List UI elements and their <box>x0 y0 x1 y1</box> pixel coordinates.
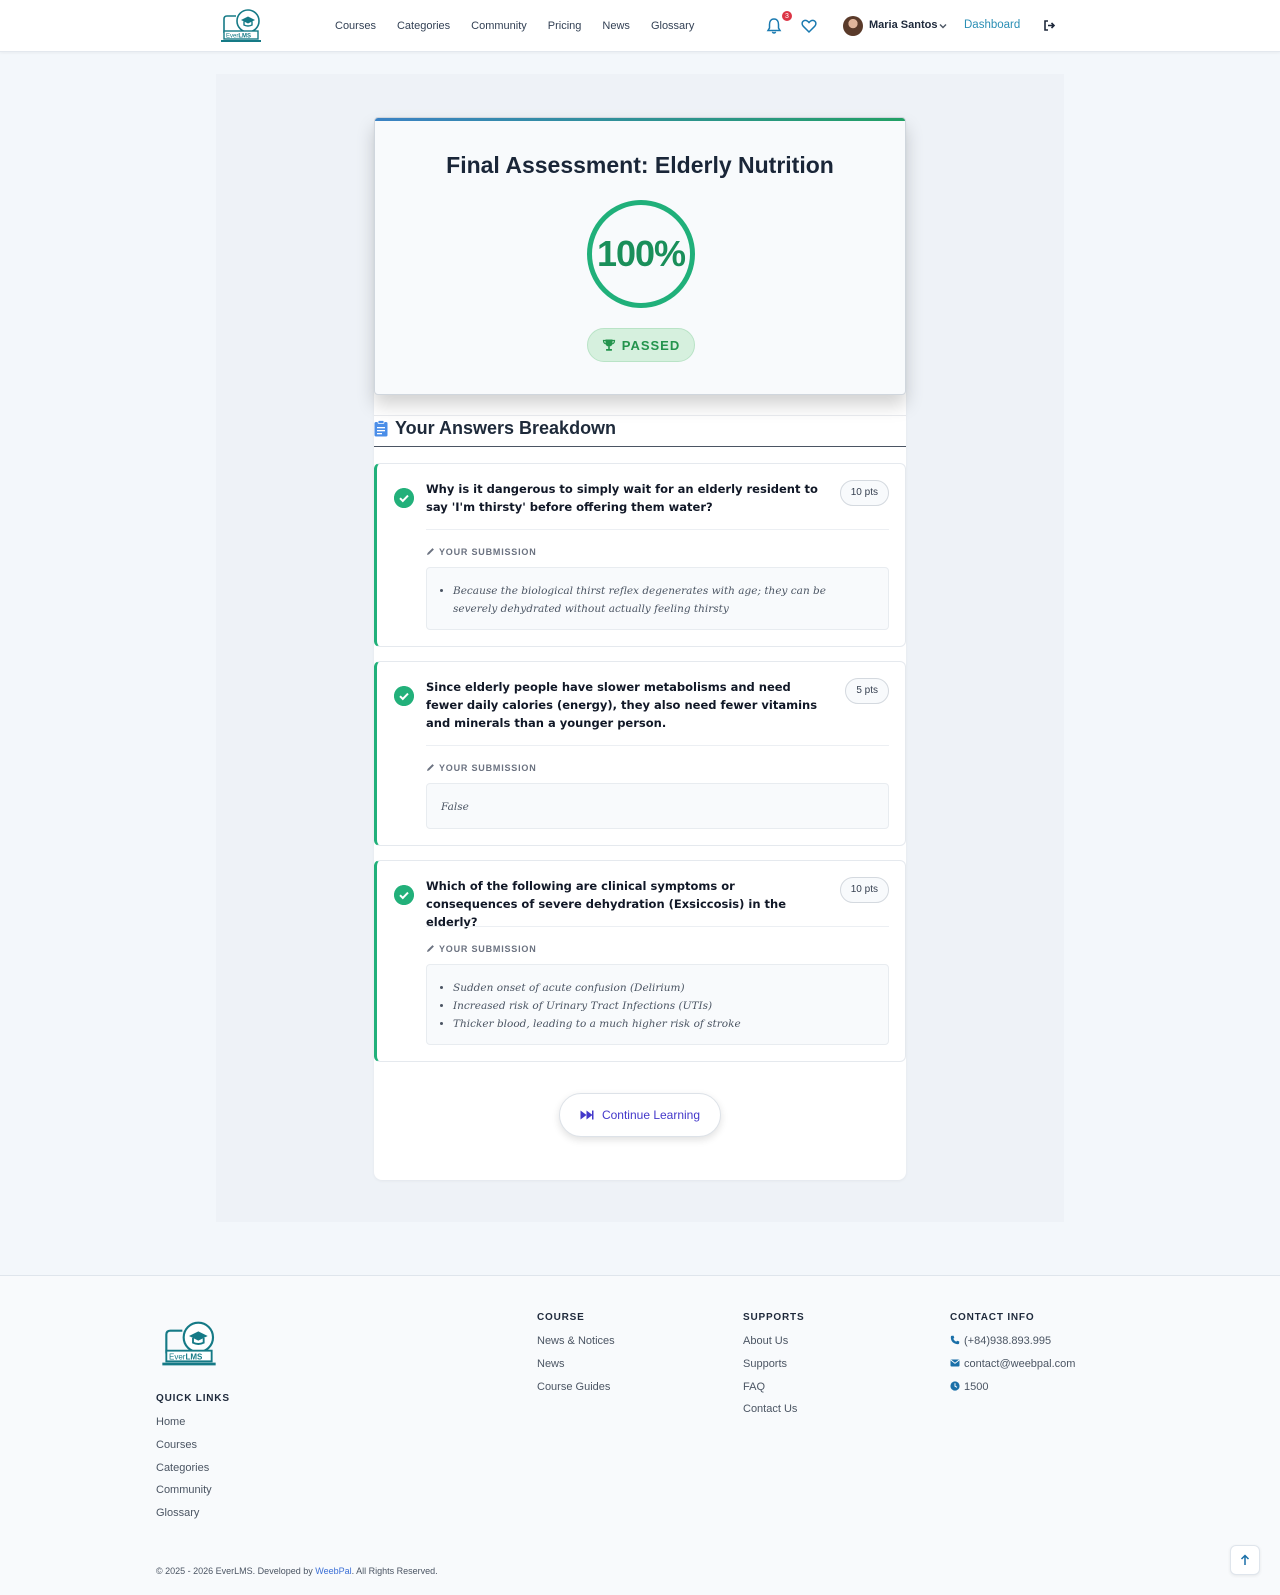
phone-icon <box>950 1335 960 1345</box>
avatar[interactable] <box>843 16 863 36</box>
nav-pricing[interactable]: Pricing <box>548 20 582 32</box>
question-divider <box>426 745 889 746</box>
quick-links-heading: QUICK LINKS <box>156 1393 230 1404</box>
result-card: Final Assessment: Elderly Nutrition 100%… <box>374 117 906 395</box>
copyright: © 2025 - 2026 EverLMS. Developed by Weeb… <box>156 1566 438 1576</box>
score-value: 100% <box>596 233 686 274</box>
submission-box: Sudden onset of acute confusion (Deliriu… <box>426 964 889 1045</box>
back-to-top-button[interactable] <box>1230 1545 1260 1575</box>
footer-link-glossary[interactable]: Glossary <box>156 1507 199 1519</box>
nav-news[interactable]: News <box>602 20 630 32</box>
status-text: PASSED <box>621 337 681 353</box>
result-accent-bar <box>375 118 905 121</box>
submission-label: YOUR SUBMISSION <box>426 547 537 557</box>
nav-categories[interactable]: Categories <box>397 20 450 32</box>
envelope-icon <box>950 1359 960 1367</box>
nav-community[interactable]: Community <box>471 20 527 32</box>
weebpal-link[interactable]: WeebPal <box>315 1566 351 1576</box>
continue-learning-button[interactable]: Continue Learning <box>559 1093 721 1137</box>
dashboard-link[interactable]: Dashboard <box>964 19 1020 31</box>
trophy-icon <box>602 339 615 351</box>
bell-icon[interactable] <box>766 17 782 35</box>
notification-badge: 3 <box>781 10 793 22</box>
submission-answer: Sudden onset of acute confusion (Deliriu… <box>453 979 872 997</box>
nav-glossary[interactable]: Glossary <box>651 20 694 32</box>
check-circle-icon <box>394 686 414 706</box>
question-card: Why is it dangerous to simply wait for a… <box>374 463 906 647</box>
clipboard-icon <box>374 420 388 437</box>
everlms-logo[interactable]: EverLMS <box>161 1318 217 1370</box>
question-text: Why is it dangerous to simply wait for a… <box>426 482 818 514</box>
footer-link-about-us[interactable]: About Us <box>743 1335 788 1347</box>
points-badge: 10 pts <box>839 480 889 506</box>
top-navbar: EverLMS Courses Categories Community Pri… <box>0 0 1280 52</box>
heart-icon[interactable] <box>801 18 817 34</box>
pencil-icon <box>427 764 434 771</box>
submission-box: Because the biological thirst reflex deg… <box>426 567 889 630</box>
footer-link-contact-us[interactable]: Contact Us <box>743 1403 797 1415</box>
question-text: Which of the following are clinical symp… <box>426 879 787 929</box>
submission-answer: Increased risk of Urinary Tract Infectio… <box>453 997 872 1015</box>
contact-email[interactable]: contact@weebpal.com <box>950 1358 1075 1370</box>
pencil-icon <box>427 945 434 952</box>
footer-link-courses[interactable]: Courses <box>156 1439 197 1451</box>
points-badge: 10 pts <box>839 877 889 903</box>
everlms-logo[interactable]: EverLMS <box>220 7 262 45</box>
submission-box: False <box>426 783 889 829</box>
question-text: Since elderly people have slower metabol… <box>426 680 818 730</box>
footer-link-community[interactable]: Community <box>156 1484 212 1496</box>
contact-hotline[interactable]: 1500 <box>950 1381 988 1393</box>
user-name[interactable]: Maria Santos <box>869 19 937 31</box>
main-nav: Courses Categories Community Pricing New… <box>335 0 694 52</box>
contact-phone[interactable]: (+84)938.893.995 <box>950 1335 1051 1347</box>
footer-link-course-guides[interactable]: Course Guides <box>537 1381 610 1393</box>
clock-icon <box>950 1381 960 1391</box>
logout-icon[interactable] <box>1043 19 1056 32</box>
footer-link-faq[interactable]: FAQ <box>743 1381 765 1393</box>
check-circle-icon <box>394 885 414 905</box>
points-badge: 5 pts <box>845 678 889 704</box>
supports-heading: SUPPORTS <box>743 1312 805 1323</box>
assessment-title: Final Assessment: Elderly Nutrition <box>446 152 834 178</box>
fast-forward-icon <box>580 1110 594 1120</box>
svg-text:EverLMS: EverLMS <box>226 34 251 40</box>
submission-label: YOUR SUBMISSION <box>426 944 537 954</box>
footer-link-supports[interactable]: Supports <box>743 1358 787 1370</box>
submission-label: YOUR SUBMISSION <box>426 763 537 773</box>
footer-link-news[interactable]: News <box>537 1358 565 1370</box>
chevron-down-icon[interactable] <box>938 21 948 31</box>
arrow-up-icon <box>1240 1554 1250 1565</box>
footer-link-categories[interactable]: Categories <box>156 1462 209 1474</box>
question-divider <box>426 926 889 927</box>
footer-link-news-notices[interactable]: News & Notices <box>537 1335 615 1347</box>
submission-answer: Because the biological thirst reflex deg… <box>453 582 872 618</box>
breakdown-header: Your Answers Breakdown <box>374 415 906 447</box>
status-badge: PASSED <box>587 328 695 362</box>
submission-answer: False <box>441 801 469 813</box>
question-divider <box>426 529 889 530</box>
pencil-icon <box>427 548 434 555</box>
check-circle-icon <box>394 488 414 508</box>
continue-learning-label: Continue Learning <box>601 1108 701 1122</box>
question-card: Which of the following are clinical symp… <box>374 860 906 1062</box>
svg-text:EverLMS: EverLMS <box>169 1352 203 1361</box>
submission-answer: Thicker blood, leading to a much higher … <box>453 1015 872 1033</box>
question-card: Since elderly people have slower metabol… <box>374 661 906 846</box>
nav-courses[interactable]: Courses <box>335 20 376 32</box>
contact-heading: CONTACT INFO <box>950 1312 1035 1323</box>
score-circle: 100% <box>587 200 695 308</box>
breakdown-title: Your Answers Breakdown <box>395 418 617 438</box>
course-heading: COURSE <box>537 1312 585 1323</box>
footer-link-home[interactable]: Home <box>156 1416 185 1428</box>
